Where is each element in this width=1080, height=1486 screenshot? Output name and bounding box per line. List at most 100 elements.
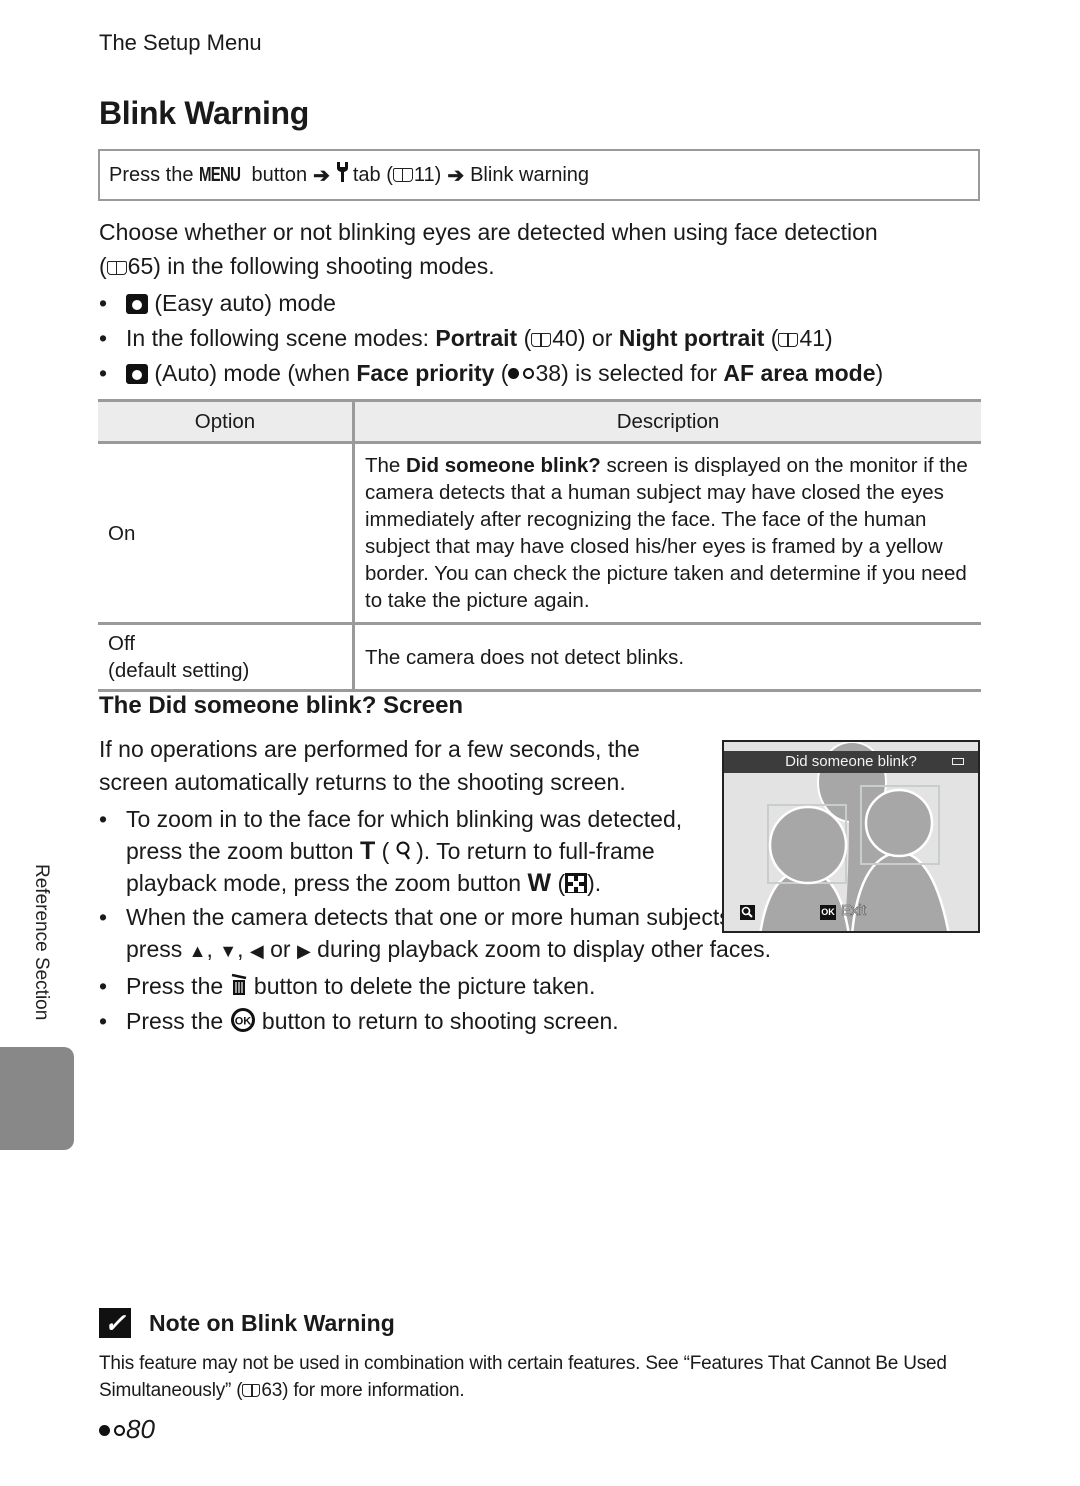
ok-key-icon: OK	[820, 905, 836, 920]
text: (	[551, 870, 566, 896]
path-tab-ref: 11)	[413, 163, 442, 186]
up-arrow-icon: ▲	[188, 941, 207, 961]
trash-icon	[230, 973, 248, 999]
face-priority-label: Face priority	[356, 360, 495, 386]
intro-line-1: Choose whether or not blinking eyes are …	[99, 219, 878, 245]
desc-text: screen is displayed on the monitor if th…	[365, 454, 968, 612]
desc-text: The	[365, 454, 407, 477]
arrow-icon: ➔	[447, 164, 465, 187]
option-on-description: The Did someone blink? screen is display…	[353, 442, 981, 625]
path-prefix: Press the	[109, 163, 194, 186]
text: during playback zoom to display other fa…	[310, 936, 772, 962]
down-arrow-icon: ▼	[219, 941, 238, 961]
easy-auto-icon	[126, 294, 148, 314]
option-off: Off (default setting)	[98, 623, 355, 692]
page-title: Blink Warning	[99, 95, 310, 131]
left-arrow-icon: ◀	[249, 941, 264, 961]
reference-section-icon	[508, 365, 535, 381]
note-title: Note on Blink Warning	[149, 1309, 395, 1336]
mode-text: 40) or	[552, 325, 619, 351]
text: ,	[237, 936, 250, 962]
option-on: On	[98, 442, 355, 625]
thumbnail-icon	[565, 873, 588, 893]
list-item: In the following scene modes: Portrait (…	[99, 321, 979, 356]
options-table: Option Description On The Did someone bl…	[98, 399, 981, 692]
portrait-label: Portrait	[435, 325, 518, 351]
text: (	[375, 838, 390, 864]
text: or	[263, 936, 297, 962]
screen-heading: The Did someone blink? Screen	[99, 692, 464, 719]
list-item: (Easy auto) mode	[99, 286, 979, 321]
book-icon	[392, 168, 413, 182]
intro-paragraph: Choose whether or not blinking eyes are …	[99, 215, 979, 283]
zoom-w-key: W	[527, 869, 552, 897]
magnifier-icon	[389, 838, 416, 864]
camera-screen-title-bar: Did someone blink?	[724, 751, 978, 773]
text: ).	[587, 870, 602, 896]
mode-text: (Easy auto) mode	[148, 290, 336, 316]
night-portrait-label: Night portrait	[618, 325, 765, 351]
column-header-description: Description	[353, 399, 981, 444]
list-item: Press the button to delete the picture t…	[99, 970, 979, 1002]
reference-section-icon	[99, 1422, 125, 1438]
wrench-icon	[336, 162, 349, 188]
camera-screen-footer: OK Exit	[724, 902, 978, 923]
zoom-key-icon	[740, 905, 755, 920]
option-off-description: The camera does not detect blinks.	[353, 623, 981, 692]
section-tab	[0, 1047, 74, 1150]
intro-line-2: 65) in the following shooting modes.	[127, 253, 495, 279]
mode-text: 41)	[799, 325, 833, 351]
path-target: Blink warning	[470, 163, 590, 186]
bullet-text: To zoom in to the face for which blinkin…	[126, 803, 696, 899]
battery-icon	[952, 758, 964, 765]
note-text: This feature may not be used in combinat…	[99, 1353, 947, 1401]
text: Press the	[126, 973, 230, 999]
text: button to delete the picture taken.	[247, 973, 596, 999]
svg-text:OK: OK	[234, 1016, 251, 1028]
book-icon	[778, 333, 799, 347]
list-item: (Auto) mode (when Face priority (38) is …	[99, 356, 979, 391]
camera-screen-title: Did someone blink?	[785, 753, 917, 770]
side-section-label: Reference Section	[31, 864, 52, 1021]
paren: (	[494, 360, 509, 386]
right-arrow-icon: ▶	[296, 941, 311, 961]
note-text: 63) for more information.	[261, 1380, 465, 1401]
column-header-option: Option	[98, 399, 355, 444]
option-off-label: Off	[108, 632, 135, 655]
paren: (	[764, 325, 779, 351]
book-icon	[531, 333, 552, 347]
arrow-icon: ➔	[313, 164, 330, 187]
auto-mode-icon	[126, 364, 148, 384]
text: Press the	[126, 1008, 230, 1034]
desc-bold: Did someone blink?	[406, 454, 601, 477]
list-item: Press the OK button to return to shootin…	[99, 1005, 979, 1037]
table-row: Off (default setting) The camera does no…	[98, 623, 981, 692]
path-tab-text: tab (	[352, 163, 393, 186]
camera-screen-illustration: Did someone blink? OK Exit	[722, 740, 980, 933]
mode-text: 38) is selected for	[535, 360, 724, 386]
note-heading: ✓ Note on Blink Warning	[99, 1308, 395, 1338]
paren: )	[875, 360, 884, 386]
path-button-word: button	[251, 163, 308, 186]
menu-path-box: Press the MENU button ➔ tab (11) ➔ Blink…	[98, 149, 980, 201]
section-header: The Setup Menu	[99, 30, 262, 55]
book-icon	[106, 261, 127, 275]
note-body: This feature may not be used in combinat…	[99, 1350, 989, 1404]
book-icon	[242, 1384, 261, 1397]
mode-text: In the following scene modes:	[126, 325, 436, 351]
table-row: On The Did someone blink? screen is disp…	[98, 442, 981, 625]
af-area-mode-label: AF area mode	[723, 360, 876, 386]
exit-label: Exit	[841, 902, 867, 920]
page-number: 80	[99, 1414, 155, 1445]
text: button to return to shooting screen.	[255, 1008, 619, 1034]
paren: (	[99, 253, 107, 279]
page-number-value: 80	[126, 1414, 155, 1444]
mode-text: (Auto) mode (when	[148, 360, 357, 386]
zoom-t-key: T	[359, 837, 376, 865]
modes-list: (Easy auto) mode In the following scene …	[99, 286, 979, 391]
ok-icon: OK	[230, 1008, 256, 1034]
text: ,	[206, 936, 220, 962]
paren: (	[517, 325, 532, 351]
check-icon: ✓	[99, 1308, 131, 1338]
screen-paragraph: If no operations are performed for a few…	[99, 736, 640, 795]
